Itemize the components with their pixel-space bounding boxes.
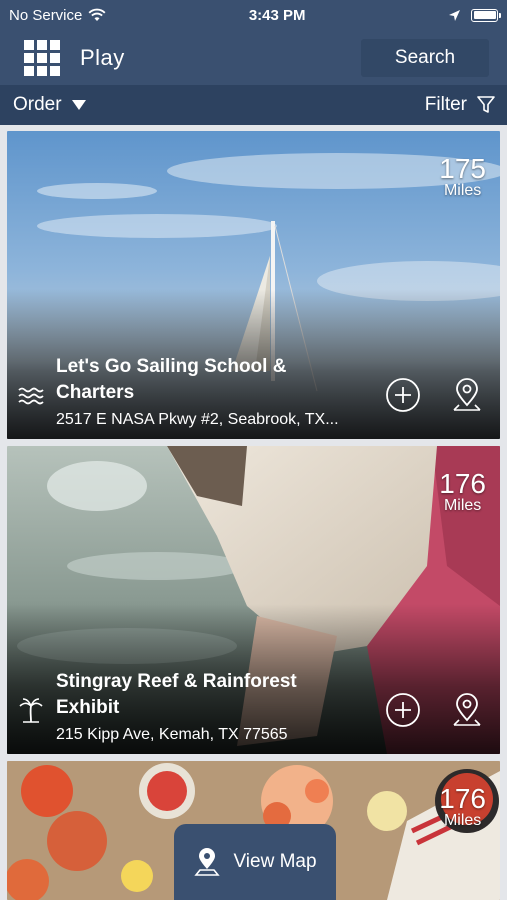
search-button[interactable]: Search	[361, 38, 489, 77]
listing-title-line1: Stingray Reef & Rainforest	[56, 671, 297, 692]
distance-value: 176	[439, 783, 486, 814]
listing-card[interactable]: 175 Miles Let's Go Sailing School & Char…	[7, 131, 500, 439]
page-title: Play	[80, 44, 125, 70]
order-label: Order	[13, 94, 62, 115]
listing-title-line2: Exhibit	[56, 697, 120, 718]
status-left: No Service	[9, 7, 106, 24]
listing-title-line1: Let's Go Sailing School &	[56, 356, 287, 377]
add-icon[interactable]	[385, 692, 421, 728]
distance-value: 176	[439, 468, 486, 499]
view-map-label: View Map	[233, 851, 317, 872]
listing-title-line2: Charters	[56, 382, 135, 403]
add-icon[interactable]	[385, 377, 421, 413]
distance-badge: 176 Miles	[439, 785, 486, 829]
order-button[interactable]: Order	[13, 94, 86, 116]
listing-address: 2517 E NASA Pkwy #2, Seabrook, TX...	[56, 411, 339, 428]
palm-tree-icon	[19, 698, 43, 723]
distance-badge: 175 Miles	[439, 155, 486, 199]
distance-unit: Miles	[443, 182, 482, 199]
carrier-label: No Service	[9, 6, 83, 24]
distance-value: 175	[439, 153, 486, 184]
listing-info: Stingray Reef & Rainforest Exhibit 215 K…	[56, 669, 376, 746]
distance-badge: 176 Miles	[439, 470, 486, 514]
listing-card[interactable]: 176 Miles Stingray Reef & Rainforest Exh…	[7, 446, 500, 754]
listing-address: 215 Kipp Ave, Kemah, TX 77565	[56, 726, 288, 743]
status-bar: No Service 3:43 PM	[0, 0, 507, 30]
waves-icon	[18, 387, 44, 405]
map-pin-icon[interactable]	[449, 692, 485, 728]
caret-down-icon	[71, 100, 86, 110]
status-right	[448, 8, 501, 22]
filter-label: Filter	[424, 94, 467, 115]
sort-filter-bar: Order Filter	[0, 85, 507, 125]
status-time: 3:43 PM	[248, 6, 306, 24]
funnel-icon	[477, 96, 495, 113]
filter-button[interactable]: Filter	[425, 94, 495, 116]
battery-icon	[471, 8, 501, 22]
view-map-button[interactable]: View Map	[174, 824, 336, 900]
listing-info: Let's Go Sailing School & Charters 2517 …	[56, 354, 376, 431]
location-arrow-icon	[449, 9, 460, 21]
nav-bar: Play Search	[0, 30, 507, 85]
map-pin-icon	[194, 848, 221, 876]
map-pin-icon[interactable]	[449, 377, 485, 413]
distance-unit: Miles	[443, 812, 482, 829]
distance-unit: Miles	[443, 497, 482, 514]
grid-menu-icon[interactable]	[24, 39, 60, 76]
wifi-icon	[88, 8, 106, 21]
